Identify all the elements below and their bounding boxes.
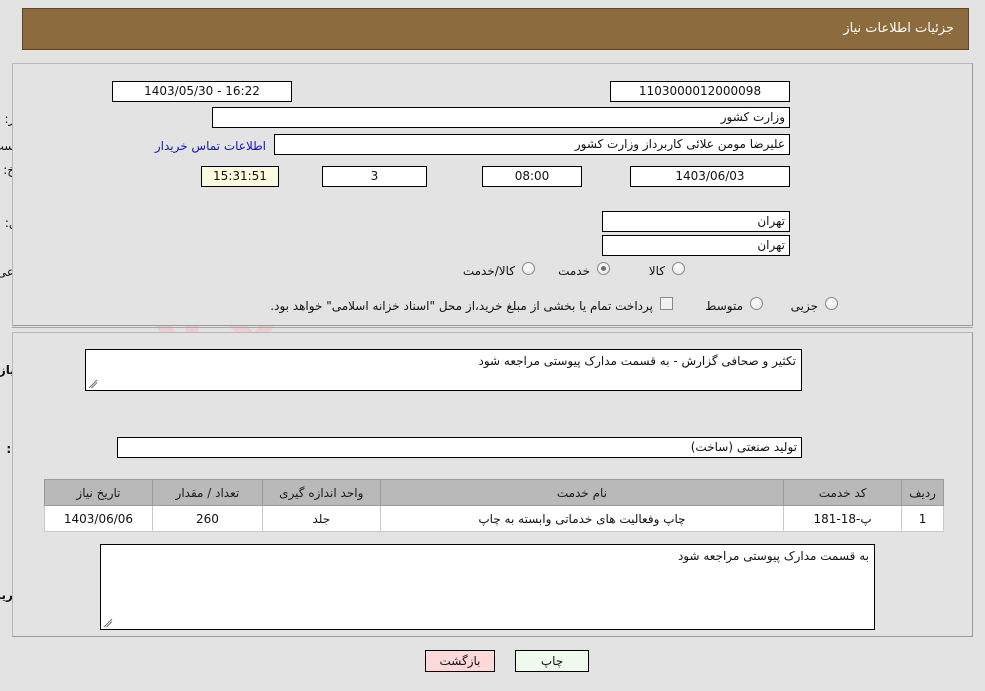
deadline-date-value: 1403/06/03 <box>630 166 790 187</box>
buyer-contact-link[interactable]: اطلاعات تماس خریدار <box>155 139 266 153</box>
radio-subject-kala-label: کالا <box>648 264 665 278</box>
request-creator-value: علیرضا مومن علائی کاربرداز وزارت کشور <box>274 134 790 155</box>
radio-subject-kala-khedmat-label: کالا/خدمت <box>462 264 515 278</box>
radio-subject-khedmat-label: خدمت <box>558 264 590 278</box>
resize-grip-icon[interactable] <box>103 618 113 628</box>
table-header-row: ردیف کد خدمت نام خدمت واحد اندازه گیری ت… <box>44 479 944 506</box>
radio-process-motevasset-label: متوسط <box>705 299 743 313</box>
cell-need-date: 1403/06/06 <box>44 505 153 532</box>
need-summary-panel <box>12 63 973 326</box>
buyer-notes-value: به قسمت مدارک پیوستی مراجعه شود <box>677 549 869 563</box>
table-row: 1 پ-18-181 چاپ وفعالیت های خدماتی وابسته… <box>44 505 944 532</box>
cell-unit: جلد <box>261 505 381 532</box>
cell-row: 1 <box>901 505 944 532</box>
radio-subject-khedmat[interactable] <box>597 262 610 275</box>
deadline-remaining-value: 15:31:51 <box>201 166 279 187</box>
general-description-textarea[interactable]: تکثیر و صحافی گزارش - به قسمت مدارک پیوس… <box>85 349 802 391</box>
cell-quantity: 260 <box>151 505 263 532</box>
buyer-org-value: وزارت کشور <box>212 107 790 128</box>
buyer-notes-textarea[interactable]: به قسمت مدارک پیوستی مراجعه شود <box>100 544 875 630</box>
print-button[interactable]: چاپ <box>515 650 589 672</box>
need-number-value: 1103000012000098 <box>610 81 790 102</box>
general-description-value: تکثیر و صحافی گزارش - به قسمت مدارک پیوس… <box>478 354 796 368</box>
resize-grip-icon[interactable] <box>88 379 98 389</box>
col-header-need-date: تاریخ نیاز <box>44 479 153 506</box>
public-announce-value: 16:22 - 1403/05/30 <box>112 81 292 102</box>
radio-process-jozei-label: جزیی <box>790 299 818 313</box>
col-header-code: کد خدمت <box>783 479 903 506</box>
cell-name: چاپ وفعالیت های خدماتی وابسته به چاپ <box>379 505 785 532</box>
radio-process-jozei[interactable] <box>825 297 838 310</box>
delivery-city-value: تهران <box>602 235 790 256</box>
col-header-name: نام خدمت <box>379 479 785 506</box>
checkbox-islamic-treasury-bonds-label: پرداخت تمام یا بخشی از مبلغ خرید،از محل … <box>270 299 653 313</box>
radio-subject-kala-khedmat[interactable] <box>522 262 535 275</box>
page-root: AriaTender.net جزئیات اطلاعات نیاز شماره… <box>0 0 985 691</box>
radio-subject-kala[interactable] <box>672 262 685 275</box>
cell-code: پ-18-181 <box>783 505 903 532</box>
back-button[interactable]: بازگشت <box>425 650 495 672</box>
deadline-days-value: 3 <box>322 166 427 187</box>
col-header-unit: واحد اندازه گیری <box>261 479 381 506</box>
deadline-hour-value: 08:00 <box>482 166 582 187</box>
delivery-province-value: تهران <box>602 211 790 232</box>
page-header: جزئیات اطلاعات نیاز <box>22 8 969 50</box>
page-title: جزئیات اطلاعات نیاز <box>843 21 954 36</box>
radio-process-motevasset[interactable] <box>750 297 763 310</box>
service-group-value: تولید صنعتی (ساخت) <box>117 437 802 458</box>
col-header-row: ردیف <box>901 479 944 506</box>
services-table: ردیف کد خدمت نام خدمت واحد اندازه گیری ت… <box>44 479 944 532</box>
checkbox-islamic-treasury-bonds[interactable] <box>660 297 673 310</box>
col-header-quantity: تعداد / مقدار <box>151 479 263 506</box>
